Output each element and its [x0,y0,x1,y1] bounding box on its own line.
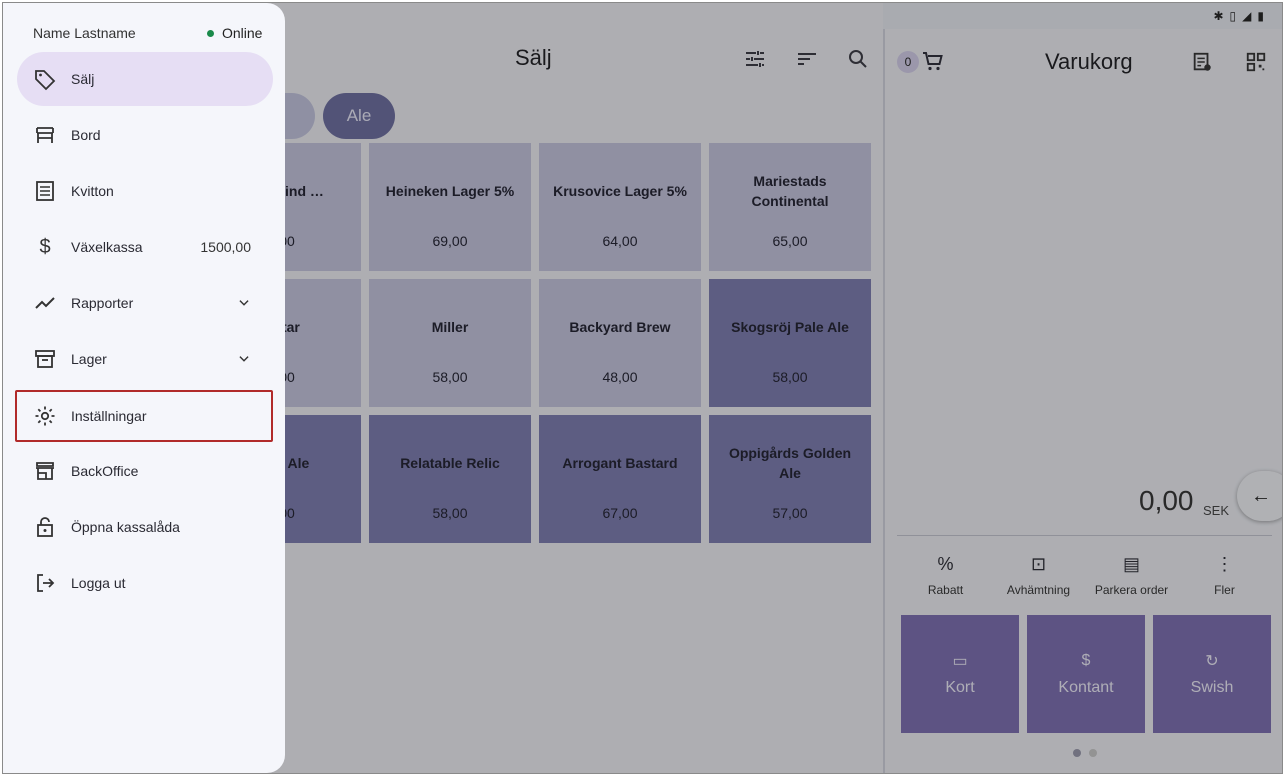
archive-icon [35,350,55,368]
nav-label: Växelkassa [71,239,143,255]
lock-open-icon [37,517,53,537]
chevron-down-icon[interactable] [237,352,251,366]
gear-icon [35,406,55,426]
nav-label: Bord [71,127,101,143]
nav-item-backoffice[interactable]: BackOffice [17,444,273,498]
user-name: Name Lastname [33,25,136,41]
dollar-icon: $ [39,235,51,258]
nav-item-oppna-kassalada[interactable]: Öppna kassalåda [17,500,273,554]
app-window: ✱ ▯ ◢ ▮ Sälj Ale … Of Mind ……00 Heineken… [2,2,1283,774]
float-amount: 1500,00 [200,239,251,255]
nav-label: Logga ut [71,575,126,591]
nav-item-logga-ut[interactable]: Logga ut [17,556,273,610]
nav-item-vaxelkassa[interactable]: $ Växelkassa 1500,00 [17,220,273,274]
connection-status: Online [207,25,262,41]
nav-label: Sälj [71,71,95,87]
nav-label: Öppna kassalåda [71,519,180,535]
table-icon [36,127,54,143]
status-dot [207,29,214,37]
receipt-icon [36,181,54,201]
status-label: Online [222,25,263,41]
nav-item-bord[interactable]: Bord [17,108,273,162]
nav-label: Kvitton [71,183,114,199]
nav-label: Lager [71,351,107,367]
trending-icon [35,297,55,309]
nav-label: Inställningar [71,408,147,424]
nav-item-rapporter[interactable]: Rapporter [17,276,273,330]
navigation-drawer: Name Lastname Online Sälj Bord Kvitton $… [3,3,285,773]
chevron-down-icon[interactable] [237,296,251,310]
store-icon [36,462,54,480]
logout-icon [37,574,55,592]
nav-item-installningar[interactable]: Inställningar [15,390,273,442]
nav-item-lager[interactable]: Lager [17,332,273,386]
nav-item-salj[interactable]: Sälj [17,52,273,106]
nav-label: BackOffice [71,463,139,479]
tag-icon [35,70,56,91]
nav-item-kvitton[interactable]: Kvitton [17,164,273,218]
nav-label: Rapporter [71,295,134,311]
